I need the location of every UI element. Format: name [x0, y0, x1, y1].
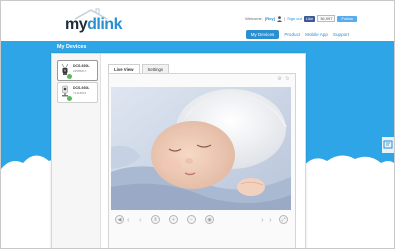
sign-out-link[interactable]: Sign out [287, 16, 302, 21]
device-id: 29585817 [73, 69, 87, 73]
device-item[interactable]: DCS-930L 29585817 [57, 60, 98, 81]
browser-frame: mydlink Welcome, [Roy] | Sign out Like 3… [0, 0, 395, 249]
right-arrow-icon[interactable]: › [269, 215, 272, 224]
nav-product[interactable]: Product [284, 32, 300, 37]
device-id: 71318061 [73, 91, 87, 95]
video-controls: ◀ ‹ ‹ Ⅱ + − ◉ › › ⤢ [109, 213, 295, 227]
logo-my: my [65, 16, 88, 33]
user-icon [277, 15, 283, 22]
refresh-icon[interactable]: ↻ [285, 77, 290, 82]
feedback-tab[interactable] [382, 137, 394, 153]
device-name: DCS-930L [73, 86, 90, 90]
main-nav: My Devices Product Mobile App Support [245, 30, 349, 39]
right-arrow-icon[interactable]: › [261, 215, 264, 224]
online-status-icon [67, 96, 72, 101]
nav-my-devices[interactable]: My Devices [245, 30, 280, 39]
top-bar: Welcome, [Roy] | Sign out Like 36,997 Fo… [245, 15, 357, 22]
live-view-panel: ⚙ ↻ ◀ ‹ ‹ Ⅱ + − ◉ › › ⤢ [108, 73, 296, 248]
page-title: My Devices [57, 44, 87, 50]
zoom-out-icon[interactable]: − [187, 215, 196, 224]
fullscreen-icon[interactable]: ⤢ [279, 215, 288, 224]
left-arrow-icon[interactable]: ‹ [139, 215, 142, 224]
pause-icon[interactable]: Ⅱ [151, 215, 160, 224]
username-link[interactable]: [Roy] [265, 16, 275, 21]
twitter-follow-button[interactable]: Follow [337, 15, 357, 22]
header: mydlink Welcome, [Roy] | Sign out Like 3… [1, 1, 394, 41]
zoom-in-icon[interactable]: + [169, 215, 178, 224]
nav-support[interactable]: Support [333, 32, 349, 37]
speaker-icon[interactable]: ◀ [115, 215, 124, 224]
devices-card: DCS-930L 29585817 DCS-930L 71318061 Live… [51, 53, 306, 248]
video-feed[interactable] [111, 87, 291, 210]
device-item[interactable]: DCS-930L 71318061 [57, 82, 98, 103]
mydlink-logo[interactable]: mydlink [65, 16, 122, 34]
device-name: DCS-930L [73, 64, 90, 68]
online-status-icon [67, 74, 72, 79]
like-count: 36,997 [317, 15, 336, 22]
logo-dlink: dlink [87, 16, 122, 33]
settings-icon[interactable]: ⚙ [277, 77, 282, 82]
nav-mobile-app[interactable]: Mobile App [305, 32, 328, 37]
snapshot-icon[interactable]: ◉ [205, 215, 214, 224]
device-list: DCS-930L 29585817 DCS-930L 71318061 [52, 54, 101, 248]
welcome-text: Welcome, [245, 16, 263, 21]
divider: | [284, 16, 286, 21]
facebook-like-button[interactable]: Like [303, 15, 316, 22]
left-arrow-icon[interactable]: ‹ [127, 215, 130, 224]
